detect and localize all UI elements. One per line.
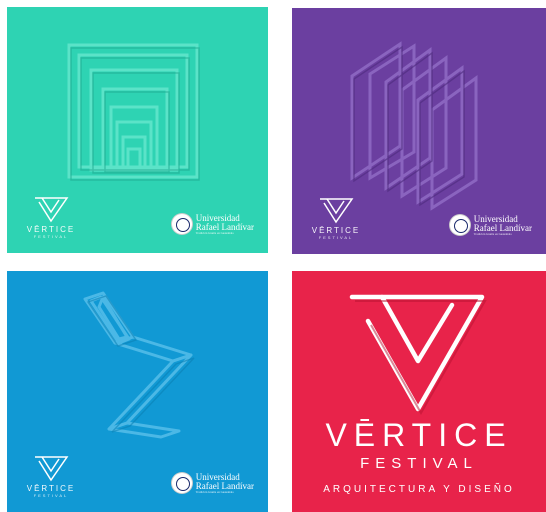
triangle-logo-icon <box>35 197 69 223</box>
poster-zigzag-chair: VĒRTICE FESTIVAL Universidad Rafael Land… <box>7 271 268 512</box>
vertice-logo: VĒRTICE FESTIVAL <box>25 195 77 239</box>
poster-parallelograms: VĒRTICE FESTIVAL Universidad Rafael Land… <box>292 8 546 254</box>
university-logo: Universidad Rafael Landívar Tradición Je… <box>170 213 254 235</box>
university-motto: Tradición Jesuita en Guatemala <box>473 231 512 236</box>
big-wordmark: VĒRTICE <box>325 417 513 453</box>
vertice-logo: VĒRTICE FESTIVAL <box>310 196 362 240</box>
poster-main-logo: VĒRTICE FESTIVAL ARQUITECTURA Y DISEÑO <box>292 271 546 512</box>
tagline: ARQUITECTURA Y DISEÑO <box>323 484 515 495</box>
university-seal-icon <box>170 213 193 235</box>
triangle-logo-icon <box>35 456 69 482</box>
university-motto: Tradición Jesuita en Guatemala <box>195 230 234 235</box>
poster-nested-squares: VĒRTICE FESTIVAL Universidad Rafael Land… <box>7 7 268 253</box>
logo-wordmark: VĒRTICE <box>311 226 361 235</box>
logo-festival: FESTIVAL <box>33 493 69 498</box>
university-logo: Universidad Rafael Landívar Tradición Je… <box>448 214 532 236</box>
triangle-logo-icon <box>320 198 354 224</box>
logo-wordmark: VĒRTICE <box>26 484 76 493</box>
logo-festival: FESTIVAL <box>33 234 69 239</box>
big-triangle-logo-icon <box>349 294 487 416</box>
big-festival: FESTIVAL <box>360 455 478 472</box>
logo-wordmark: VĒRTICE <box>26 225 76 234</box>
university-seal-icon <box>448 214 471 236</box>
university-logo: Universidad Rafael Landívar Tradición Je… <box>170 472 254 494</box>
university-seal-icon <box>170 472 193 494</box>
university-motto: Tradición Jesuita en Guatemala <box>195 489 234 494</box>
logo-festival: FESTIVAL <box>318 235 354 240</box>
vertice-logo: VĒRTICE FESTIVAL <box>25 454 77 498</box>
